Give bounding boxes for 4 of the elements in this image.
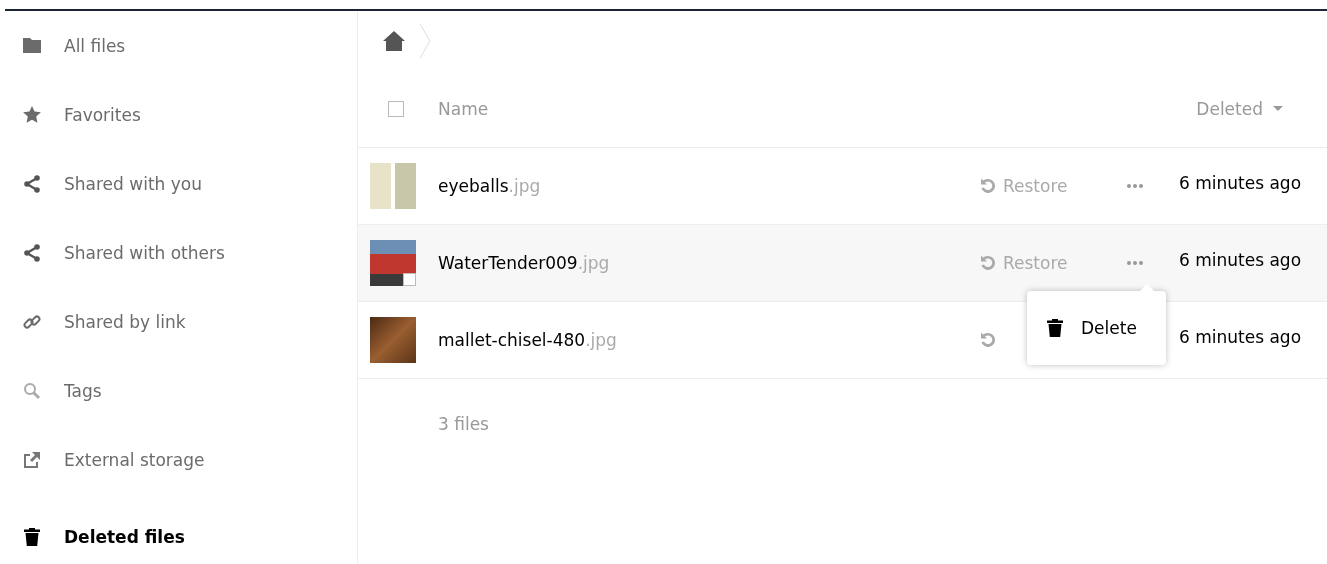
deleted-time: 6 minutes ago bbox=[1179, 327, 1303, 347]
file-count: 3 files bbox=[437, 413, 490, 434]
deleted-time: 6 minutes ago bbox=[1179, 173, 1303, 193]
deleted-time: 6 minutes ago bbox=[1179, 250, 1303, 270]
